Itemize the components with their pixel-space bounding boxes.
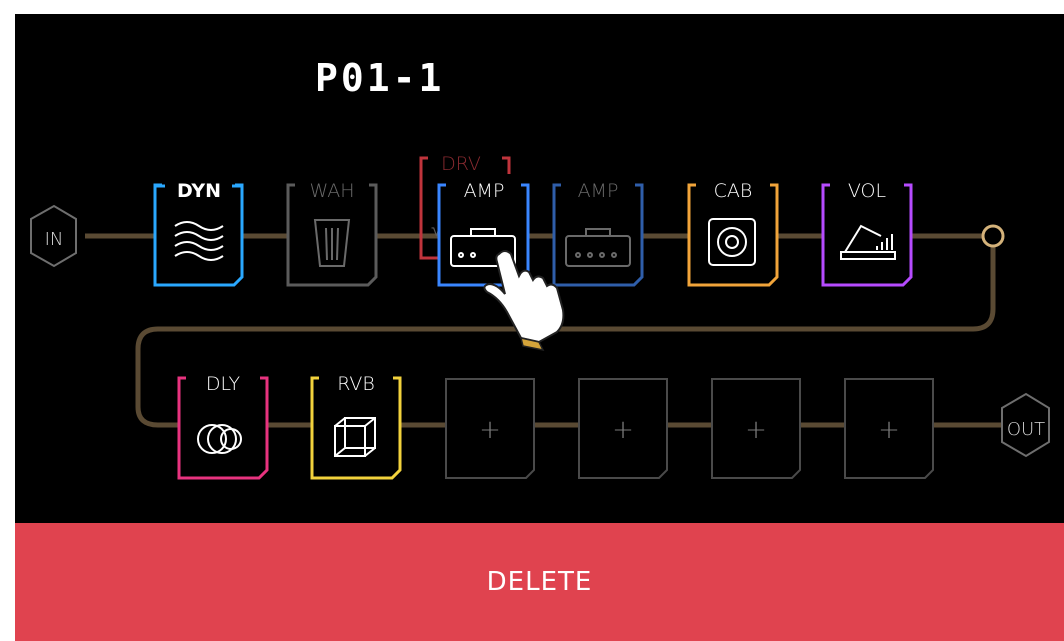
- block-amp-2-label: AMP: [578, 180, 619, 202]
- split-merge-node[interactable]: [981, 224, 1005, 248]
- block-vol-label: VOL: [848, 180, 886, 202]
- signal-chain: IN OUT DYN WAH DRV √ AMP AMP CAB VOL DLY…: [30, 153, 1050, 480]
- block-dly-label: DLY: [206, 373, 241, 395]
- block-rvb[interactable]: RVB: [310, 367, 402, 480]
- block-drv-label: DRV: [441, 153, 481, 175]
- block-dyn[interactable]: DYN: [153, 174, 244, 287]
- add-block-icon: +: [878, 415, 900, 445]
- input-label: IN: [45, 229, 64, 250]
- block-wah-label: WAH: [309, 180, 354, 202]
- add-block-icon: +: [479, 415, 501, 445]
- empty-slot-2[interactable]: +: [578, 378, 668, 479]
- add-block-icon: +: [612, 415, 634, 445]
- input-node[interactable]: IN: [30, 204, 77, 268]
- block-dly[interactable]: DLY: [177, 367, 269, 480]
- block-cab[interactable]: CAB: [687, 174, 779, 287]
- block-rvb-label: RVB: [337, 373, 375, 395]
- empty-slot-3[interactable]: +: [711, 378, 801, 479]
- delete-button[interactable]: DELETE: [15, 523, 1064, 641]
- output-label: OUT: [1007, 419, 1045, 440]
- block-dyn-label: DYN: [177, 180, 221, 202]
- empty-slot-1[interactable]: +: [445, 378, 535, 479]
- block-vol[interactable]: VOL: [821, 174, 913, 287]
- delete-label: DELETE: [486, 567, 593, 597]
- empty-slot-4[interactable]: +: [844, 378, 934, 479]
- add-block-icon: +: [745, 415, 767, 445]
- block-amp-2[interactable]: AMP: [552, 174, 644, 287]
- block-cab-label: CAB: [714, 180, 753, 202]
- block-amp-1-label: AMP: [464, 180, 505, 202]
- signal-chain-screen: P01-1 IN OUT DYN WAH DRV √ AMP AMP CAB V…: [15, 14, 1064, 641]
- output-node[interactable]: OUT: [1001, 392, 1050, 458]
- block-wah[interactable]: WAH: [286, 174, 378, 287]
